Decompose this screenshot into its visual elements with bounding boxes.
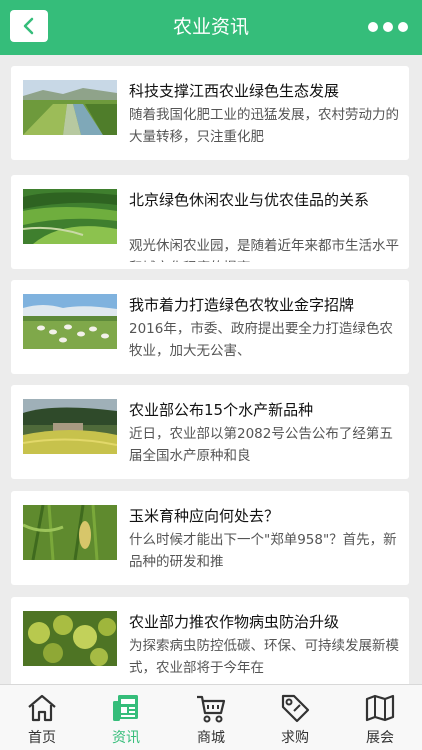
tab-expo[interactable]: 展会 <box>338 685 422 750</box>
corn-field-image <box>23 505 117 560</box>
crop-closeup-image <box>23 611 117 666</box>
article-summary: 随着我国化肥工业的迅猛发展，农村劳动力的大量转移，只注重化肥 <box>129 107 399 145</box>
tab-label: 展会 <box>366 730 394 746</box>
article-summary: 为探索病虫防控低碳、环保、可持续发展新模式，农业部将于今年在 <box>129 638 399 676</box>
terrace-village-image <box>23 399 117 454</box>
article-summary: 2016年，市委、政府提出要全力打造绿色农牧业，加大无公害、 <box>129 321 393 359</box>
green-fields-image <box>23 189 117 244</box>
top-bar: 农业资讯 <box>0 0 422 55</box>
news-icon <box>113 695 138 721</box>
cart-icon <box>197 695 226 723</box>
article-title: 我市着力打造绿色农牧业金字招牌 <box>129 296 355 314</box>
list-item[interactable]: 农业部力推农作物病虫防治升级 为探索病虫防控低碳、环保、可持续发展新模式，农业部… <box>11 597 409 685</box>
tab-label: 求购 <box>281 730 309 746</box>
farm-canal-image <box>23 80 117 135</box>
article-title: 玉米育种应向何处去？ <box>129 507 280 525</box>
list-item[interactable]: 我市着力打造绿色农牧业金字招牌 2016年，市委、政府提出要全力打造绿色农牧业，… <box>11 280 409 374</box>
page-title: 农业资讯 <box>172 16 249 38</box>
tab-label: 商城 <box>197 730 225 746</box>
article-summary: 观光休闲农业园，是随着近年来都市生活水平和城市化程度的提高 <box>129 238 399 262</box>
article-title: 农业部力推农作物病虫防治升级 <box>129 613 340 631</box>
list-item[interactable]: 玉米育种应向何处去？ 什么时候才能出下一个"郑单958"？首先，新品种的研发和推 <box>11 491 409 585</box>
tag-icon <box>281 694 310 723</box>
tab-buy[interactable]: 求购 <box>253 685 337 750</box>
more-dots-icon <box>368 22 378 32</box>
tab-label: 首页 <box>28 730 56 746</box>
sheep-pasture-image <box>23 294 117 349</box>
article-title: 农业部公布15个水产新品种 <box>129 401 314 419</box>
article-summary: 近日，农业部以第2082号公告公布了经第五届全国水产原种和良 <box>129 426 393 464</box>
bottom-tab-bar: 首页 资讯 商城 求购 展会 <box>0 684 422 750</box>
article-summary: 什么时候才能出下一个"郑单958"？首先，新品种的研发和推 <box>129 532 397 570</box>
list-item[interactable]: 科技支撑江西农业绿色生态发展 随着我国化肥工业的迅猛发展，农村劳动力的大量转移，… <box>11 66 409 160</box>
tab-home[interactable]: 首页 <box>0 685 84 750</box>
tab-label: 资讯 <box>112 730 140 746</box>
tab-shop[interactable]: 商城 <box>169 685 253 750</box>
article-title: 科技支撑江西农业绿色生态发展 <box>129 82 340 100</box>
tab-news[interactable]: 资讯 <box>84 685 168 750</box>
article-list: 科技支撑江西农业绿色生态发展 随着我国化肥工业的迅猛发展，农村劳动力的大量转移，… <box>0 55 422 685</box>
map-icon <box>365 694 395 722</box>
article-title: 北京绿色休闲农业与优农佳品的关系 <box>129 191 370 209</box>
more-button[interactable] <box>368 17 408 37</box>
list-item[interactable]: 农业部公布15个水产新品种 近日，农业部以第2082号公告公布了经第五届全国水产… <box>11 385 409 479</box>
home-icon <box>28 694 56 722</box>
list-item[interactable]: 北京绿色休闲农业与优农佳品的关系 观光休闲农业园，是随着近年来都市生活水平和城市… <box>11 175 409 269</box>
